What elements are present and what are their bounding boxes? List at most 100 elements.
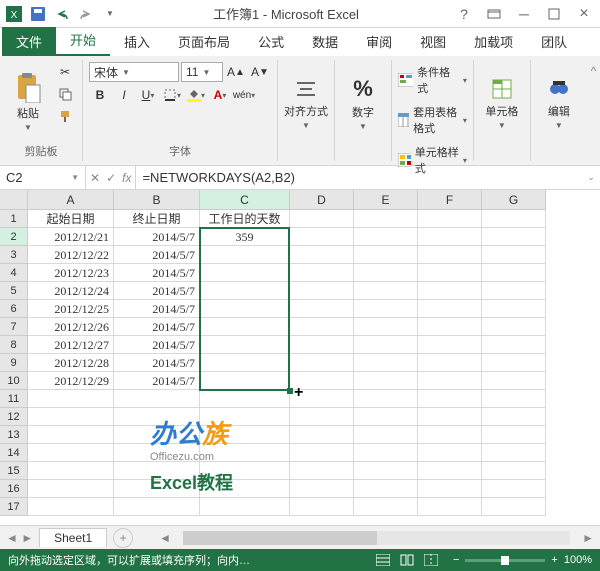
cell[interactable]: 2012/12/29 — [28, 372, 114, 390]
font-size-select[interactable]: 11▼ — [181, 62, 223, 82]
phonetic-icon[interactable]: wén▾ — [233, 85, 255, 105]
cell[interactable] — [354, 300, 418, 318]
cell[interactable]: 工作日的天数 — [200, 210, 290, 228]
cell[interactable] — [354, 498, 418, 516]
alignment-button[interactable]: 对齐方式 ▼ — [284, 62, 328, 145]
redo-icon[interactable] — [76, 4, 96, 24]
cells-button[interactable]: 单元格 ▼ — [480, 62, 524, 145]
save-icon[interactable] — [28, 4, 48, 24]
cell[interactable] — [200, 282, 290, 300]
enter-icon[interactable]: ✓ — [106, 171, 116, 185]
col-header-b[interactable]: B — [114, 190, 200, 210]
cell[interactable] — [354, 426, 418, 444]
cell[interactable] — [290, 318, 354, 336]
tab-team[interactable]: 团队 — [527, 27, 581, 56]
sheet-tab[interactable]: Sheet1 — [39, 528, 107, 547]
spreadsheet-grid[interactable]: A B C D E F G 1起始日期终止日期工作日的天数22012/12/21… — [0, 190, 600, 525]
cell[interactable] — [354, 282, 418, 300]
cell[interactable] — [114, 462, 200, 480]
cell[interactable] — [482, 300, 546, 318]
cell[interactable]: 2014/5/7 — [114, 246, 200, 264]
page-break-view-icon[interactable] — [421, 552, 441, 568]
row-header[interactable]: 16 — [0, 480, 28, 498]
cell[interactable] — [418, 264, 482, 282]
cell[interactable] — [482, 264, 546, 282]
cell[interactable] — [200, 336, 290, 354]
font-color-icon[interactable]: A▾ — [209, 85, 231, 105]
cell[interactable]: 终止日期 — [114, 210, 200, 228]
paste-button[interactable]: 粘贴 ▼ — [6, 62, 50, 141]
cell[interactable] — [418, 498, 482, 516]
cell[interactable] — [114, 498, 200, 516]
cell[interactable] — [200, 246, 290, 264]
cell[interactable] — [114, 408, 200, 426]
cell[interactable] — [354, 354, 418, 372]
cell[interactable] — [482, 210, 546, 228]
row-header[interactable]: 13 — [0, 426, 28, 444]
expand-formula-bar-icon[interactable]: ⌄ — [582, 166, 600, 189]
conditional-format-button[interactable]: 条件格式▾ — [398, 62, 467, 98]
cell[interactable] — [354, 444, 418, 462]
cell[interactable] — [418, 462, 482, 480]
cell[interactable] — [290, 390, 354, 408]
cell[interactable] — [290, 498, 354, 516]
cell[interactable]: 2014/5/7 — [114, 282, 200, 300]
row-header[interactable]: 9 — [0, 354, 28, 372]
name-box[interactable]: C2▼ — [0, 166, 86, 189]
cell[interactable] — [418, 300, 482, 318]
cell[interactable] — [418, 480, 482, 498]
row-header[interactable]: 8 — [0, 336, 28, 354]
cut-icon[interactable]: ✂ — [54, 62, 76, 82]
cell[interactable] — [418, 372, 482, 390]
col-header-c[interactable]: C — [200, 190, 290, 210]
cell[interactable]: 2014/5/7 — [114, 354, 200, 372]
col-header-a[interactable]: A — [28, 190, 114, 210]
cell[interactable] — [200, 480, 290, 498]
cell[interactable] — [200, 462, 290, 480]
minimize-icon[interactable]: ─ — [512, 4, 536, 24]
cell[interactable]: 2014/5/7 — [114, 264, 200, 282]
cancel-icon[interactable]: ✕ — [90, 171, 100, 185]
excel-icon[interactable]: X — [4, 4, 24, 24]
cell[interactable] — [28, 426, 114, 444]
format-as-table-button[interactable]: 套用表格格式▾ — [398, 102, 467, 138]
row-header[interactable]: 14 — [0, 444, 28, 462]
bold-button[interactable]: B — [89, 85, 111, 105]
cell[interactable] — [482, 354, 546, 372]
row-header[interactable]: 12 — [0, 408, 28, 426]
cell[interactable]: 2012/12/24 — [28, 282, 114, 300]
cell[interactable] — [114, 426, 200, 444]
formula-input[interactable]: =NETWORKDAYS(A2,B2) — [136, 166, 582, 189]
fill-handle[interactable] — [287, 388, 293, 394]
horizontal-scrollbar[interactable]: ◄ ► — [139, 531, 594, 545]
page-layout-view-icon[interactable] — [397, 552, 417, 568]
row-header[interactable]: 7 — [0, 318, 28, 336]
cell[interactable] — [418, 282, 482, 300]
number-format-button[interactable]: % 数字 ▼ — [341, 62, 385, 145]
tab-layout[interactable]: 页面布局 — [164, 27, 244, 56]
cell[interactable] — [418, 390, 482, 408]
cell[interactable] — [354, 264, 418, 282]
cell[interactable]: 2012/12/23 — [28, 264, 114, 282]
cell[interactable] — [482, 498, 546, 516]
cell[interactable] — [354, 390, 418, 408]
tab-review[interactable]: 审阅 — [352, 27, 406, 56]
cell[interactable] — [354, 408, 418, 426]
row-header[interactable]: 2 — [0, 228, 28, 246]
cell[interactable] — [200, 426, 290, 444]
cell[interactable] — [290, 480, 354, 498]
format-painter-icon[interactable] — [54, 106, 76, 126]
cell[interactable] — [290, 246, 354, 264]
help-icon[interactable]: ? — [452, 4, 476, 24]
col-header-g[interactable]: G — [482, 190, 546, 210]
cell[interactable] — [354, 318, 418, 336]
cell[interactable]: 2012/12/22 — [28, 246, 114, 264]
tab-home[interactable]: 开始 — [56, 25, 110, 56]
cell[interactable] — [290, 300, 354, 318]
cell[interactable] — [482, 390, 546, 408]
cell[interactable] — [114, 390, 200, 408]
cell[interactable] — [482, 444, 546, 462]
cell[interactable] — [28, 408, 114, 426]
normal-view-icon[interactable] — [373, 552, 393, 568]
qat-dropdown-icon[interactable]: ▼ — [100, 4, 120, 24]
